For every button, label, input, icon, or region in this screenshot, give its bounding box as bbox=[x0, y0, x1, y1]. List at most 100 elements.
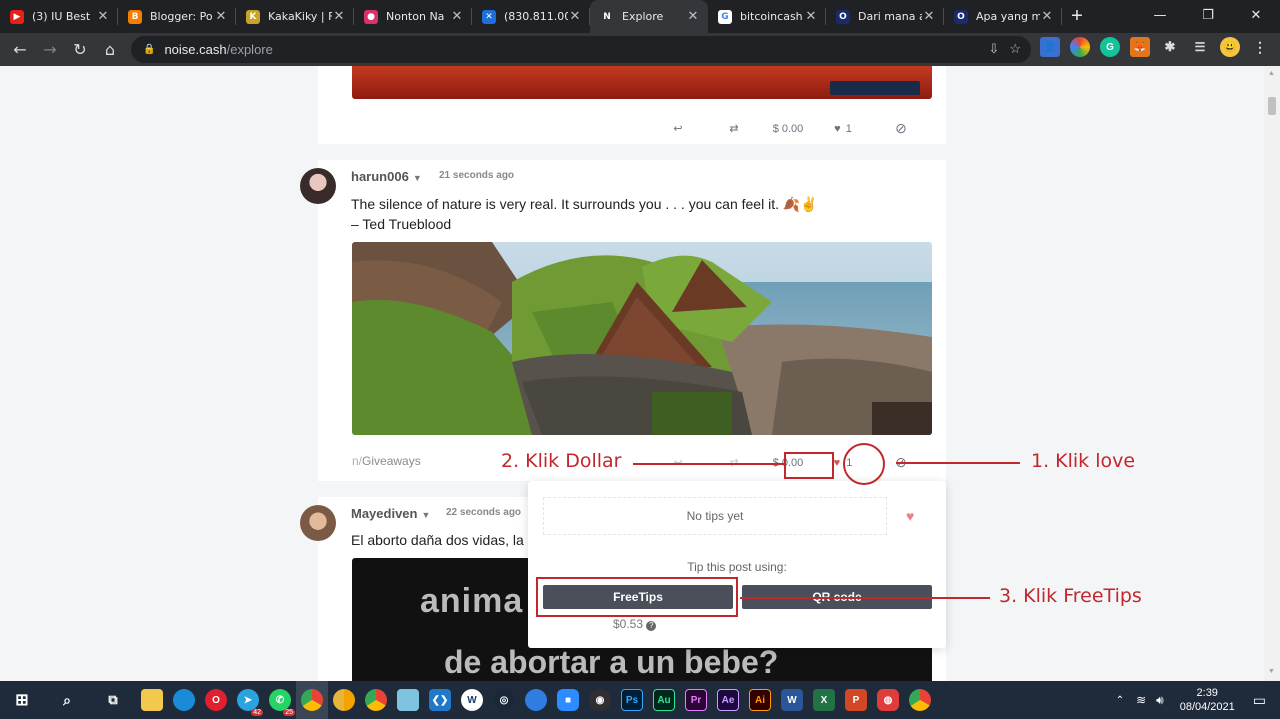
browser-tab[interactable]: K KakaKiky | F ✕ bbox=[236, 0, 354, 33]
browser-tab[interactable]: O Apa yang m ✕ bbox=[944, 0, 1062, 33]
metamask-icon[interactable]: 🦊 bbox=[1130, 37, 1150, 57]
heart-icon[interactable]: ♥ bbox=[906, 508, 914, 524]
search-icon[interactable]: ⌕ bbox=[44, 681, 90, 719]
chrome-extra-icon[interactable] bbox=[904, 681, 936, 719]
tab-close-icon[interactable]: ✕ bbox=[686, 9, 700, 24]
chrome-profile-icon[interactable] bbox=[360, 681, 392, 719]
help-icon[interactable]: ? bbox=[646, 621, 657, 631]
close-window-icon[interactable]: ✕ bbox=[1232, 0, 1280, 30]
minimize-icon[interactable]: — bbox=[1136, 0, 1184, 30]
chevron-down-icon[interactable]: ▼ bbox=[421, 510, 430, 520]
browser-tab[interactable]: B Blogger: Po ✕ bbox=[118, 0, 236, 33]
word-icon[interactable]: W bbox=[776, 681, 808, 719]
opera-icon[interactable]: O bbox=[200, 681, 232, 719]
grammarly-icon[interactable]: G bbox=[1100, 37, 1120, 57]
scrollbar-thumb[interactable] bbox=[1268, 97, 1276, 115]
bookmark-star-icon[interactable]: ☆ bbox=[1009, 41, 1021, 57]
profile-extension-icon[interactable]: 👤 bbox=[1040, 37, 1060, 57]
tab-close-icon[interactable]: ✕ bbox=[96, 9, 110, 24]
like-button[interactable]: ♥ 1 bbox=[814, 123, 872, 135]
powerpoint-icon[interactable]: P bbox=[840, 681, 872, 719]
heart-icon: ♥ bbox=[834, 122, 841, 135]
tab-close-icon[interactable]: ✕ bbox=[1040, 9, 1054, 24]
lock-icon: 🔒 bbox=[143, 44, 156, 55]
app-w-icon[interactable]: W bbox=[456, 681, 488, 719]
steam-icon[interactable]: ◎ bbox=[488, 681, 520, 719]
windows-taskbar: ⊞ ⌕ ⧉ O ➤ 42 ✆ 25 ❮❯ W ◎ ■ ◉ Ps Au Pr Ae A… bbox=[0, 681, 1280, 719]
whatsapp-icon[interactable]: ✆ 25 bbox=[264, 681, 296, 719]
reading-list-icon[interactable]: ☰ bbox=[1190, 37, 1210, 57]
avatar[interactable] bbox=[300, 505, 336, 541]
channel-link[interactable]: n/Giveaways bbox=[352, 454, 421, 468]
zoom-icon[interactable]: ■ bbox=[552, 681, 584, 719]
clock[interactable]: 2:39 08/04/2021 bbox=[1180, 686, 1235, 714]
tab-close-icon[interactable]: ✕ bbox=[922, 9, 936, 24]
block-icon[interactable]: ⊘ bbox=[872, 120, 930, 137]
freetips-balance: $0.53 ? bbox=[613, 617, 657, 631]
telegram-badge: 42 bbox=[251, 709, 263, 716]
chrome-canary-icon[interactable] bbox=[328, 681, 360, 719]
install-icon[interactable]: ⇩ bbox=[988, 41, 999, 57]
browser-tab[interactable]: ● Nonton Na ✕ bbox=[354, 0, 472, 33]
home-icon[interactable]: ⌂ bbox=[95, 35, 125, 65]
scroll-up-icon[interactable]: ▲ bbox=[1268, 70, 1275, 77]
photoshop-icon[interactable]: Ps bbox=[616, 681, 648, 719]
like-count: 1 bbox=[845, 122, 852, 135]
repost-icon[interactable]: ⇄ bbox=[706, 122, 762, 135]
task-view-icon[interactable]: ⧉ bbox=[90, 681, 136, 719]
browser-tab[interactable]: Gbitcoincash ✕ bbox=[708, 0, 826, 33]
notification-icon[interactable]: ▭ bbox=[1253, 692, 1266, 709]
forward-icon[interactable]: → bbox=[35, 35, 65, 65]
chrome-icon[interactable] bbox=[296, 681, 328, 719]
volume-icon[interactable]: 🔊︎ bbox=[1156, 693, 1164, 708]
tab-strip: ▶ (3) IU Best ✕ B Blogger: Po ✕ K KakaKiky | F ✕… bbox=[0, 0, 1280, 33]
reply-icon[interactable]: ↩ bbox=[650, 122, 706, 135]
vscode-icon[interactable]: ❮❯ bbox=[424, 681, 456, 719]
extensions-puzzle-icon[interactable]: ✱ bbox=[1160, 37, 1180, 57]
post-actions: ↩ ⇄ $ 0.00 ♥1 ⊘ bbox=[650, 120, 930, 137]
premiere-icon[interactable]: Pr bbox=[680, 681, 712, 719]
tab-close-icon[interactable]: ✕ bbox=[568, 9, 582, 24]
browser-tab[interactable]: O Dari mana a ✕ bbox=[826, 0, 944, 33]
browser-tab[interactable]: ✕ (830.811.00 ✕ bbox=[472, 0, 590, 33]
obs-icon[interactable]: ◉ bbox=[584, 681, 616, 719]
browser-tab[interactable]: ▶ (3) IU Best ✕ bbox=[0, 0, 118, 33]
file-explorer-icon[interactable] bbox=[136, 681, 168, 719]
annotation-step3: 3. Klik FreeTips bbox=[999, 585, 1142, 607]
post-image[interactable] bbox=[352, 66, 932, 99]
scroll-down-icon[interactable]: ▼ bbox=[1268, 668, 1275, 675]
wifi-icon[interactable]: ≋ bbox=[1136, 693, 1146, 707]
edge-icon[interactable] bbox=[168, 681, 200, 719]
avatar[interactable]: 😃 bbox=[1220, 37, 1240, 57]
screen-recorder-icon[interactable]: ◍ bbox=[872, 681, 904, 719]
post-username[interactable]: Mayediven ▼ bbox=[351, 506, 430, 521]
illustrator-icon[interactable]: Ai bbox=[744, 681, 776, 719]
page-scrollbar[interactable]: ▲ ▼ bbox=[1264, 66, 1280, 681]
no-tips-box: No tips yet bbox=[543, 497, 887, 535]
reload-icon[interactable]: ↻ bbox=[65, 35, 95, 65]
tab-close-icon[interactable]: ✕ bbox=[804, 9, 818, 24]
audition-icon[interactable]: Au bbox=[648, 681, 680, 719]
after-effects-icon[interactable]: Ae bbox=[712, 681, 744, 719]
new-tab-button[interactable]: + bbox=[1062, 0, 1092, 33]
avatar[interactable] bbox=[300, 168, 336, 204]
start-button[interactable]: ⊞ bbox=[0, 681, 44, 719]
notepad-icon[interactable] bbox=[392, 681, 424, 719]
app-blue-icon[interactable] bbox=[520, 681, 552, 719]
chevron-down-icon[interactable]: ▼ bbox=[413, 173, 422, 183]
browser-tab[interactable]: N Explore ✕ bbox=[590, 0, 708, 33]
telegram-icon[interactable]: ➤ 42 bbox=[232, 681, 264, 719]
chevron-up-icon[interactable]: ⌃ bbox=[1116, 695, 1124, 706]
address-bar[interactable]: 🔒 noise.cash/explore ⇩ ☆ bbox=[131, 36, 1031, 63]
excel-icon[interactable]: X bbox=[808, 681, 840, 719]
maximize-icon[interactable]: ❐ bbox=[1184, 0, 1232, 30]
tip-button[interactable]: $ 0.00 bbox=[762, 123, 814, 135]
tab-close-icon[interactable]: ✕ bbox=[332, 9, 346, 24]
tab-close-icon[interactable]: ✕ bbox=[450, 9, 464, 24]
post-image[interactable] bbox=[352, 242, 932, 435]
back-icon[interactable]: ← bbox=[5, 35, 35, 65]
post-username[interactable]: harun006 ▼ bbox=[351, 169, 422, 184]
tab-close-icon[interactable]: ✕ bbox=[214, 9, 228, 24]
color-extension-icon[interactable] bbox=[1070, 37, 1090, 57]
chrome-menu-icon[interactable]: ⋮ bbox=[1250, 37, 1270, 57]
